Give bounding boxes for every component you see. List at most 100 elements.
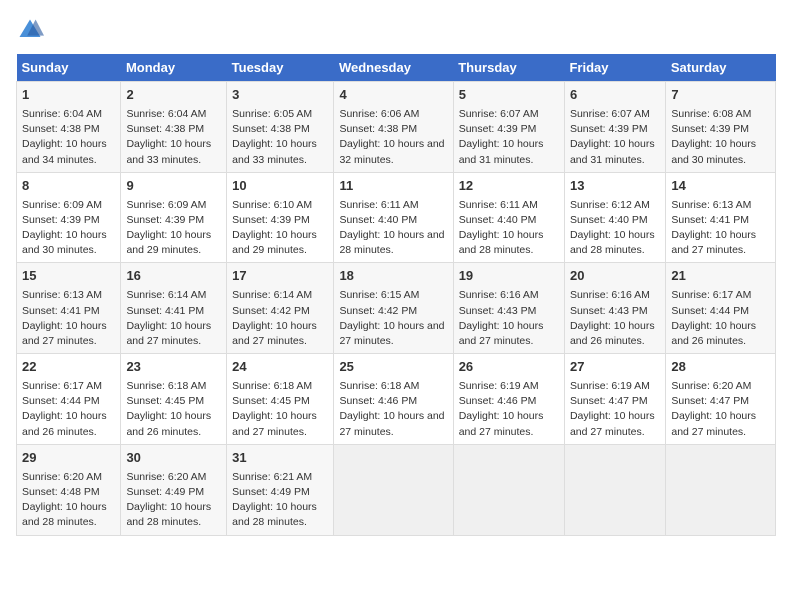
day-info: Sunrise: 6:20 AMSunset: 4:47 PMDaylight:… xyxy=(671,379,770,440)
day-info: Sunrise: 6:05 AMSunset: 4:38 PMDaylight:… xyxy=(232,107,328,168)
day-info: Sunrise: 6:20 AMSunset: 4:49 PMDaylight:… xyxy=(126,470,221,531)
logo xyxy=(16,16,48,44)
day-number: 7 xyxy=(671,86,770,105)
calendar-week-row: 15 Sunrise: 6:13 AMSunset: 4:41 PMDayligh… xyxy=(17,263,776,354)
calendar-cell: 9Sunrise: 6:09 AMSunset: 4:39 PMDaylight… xyxy=(121,172,227,263)
day-number: 28 xyxy=(671,358,770,377)
calendar-cell: 15 Sunrise: 6:13 AMSunset: 4:41 PMDayligh… xyxy=(17,263,121,354)
calendar-cell: 19Sunrise: 6:16 AMSunset: 4:43 PMDayligh… xyxy=(453,263,564,354)
calendar-cell: 31 Sunrise: 6:21 AMSunset: 4:49 PMDayligh… xyxy=(227,444,334,535)
calendar-cell: 29 Sunrise: 6:20 AMSunset: 4:48 PMDayligh… xyxy=(17,444,121,535)
calendar-cell: 1Sunrise: 6:04 AMSunset: 4:38 PMDaylight… xyxy=(17,82,121,173)
calendar-cell: 17Sunrise: 6:14 AMSunset: 4:42 PMDayligh… xyxy=(227,263,334,354)
day-number: 3 xyxy=(232,86,328,105)
day-number: 12 xyxy=(459,177,559,196)
calendar-cell: 10Sunrise: 6:10 AMSunset: 4:39 PMDayligh… xyxy=(227,172,334,263)
day-number: 6 xyxy=(570,86,660,105)
calendar-cell: 4 Sunrise: 6:06 AMSunset: 4:38 PMDaylight… xyxy=(334,82,453,173)
day-number: 2 xyxy=(126,86,221,105)
day-number: 18 xyxy=(339,267,447,286)
day-number: 29 xyxy=(22,449,115,468)
calendar-cell: 27 Sunrise: 6:19 AMSunset: 4:47 PMDayligh… xyxy=(564,354,665,445)
calendar-cell xyxy=(564,444,665,535)
calendar-week-row: 22 Sunrise: 6:17 AMSunset: 4:44 PMDayligh… xyxy=(17,354,776,445)
day-info: Sunrise: 6:18 AMSunset: 4:45 PMDaylight:… xyxy=(126,379,221,440)
day-info: Sunrise: 6:14 AMSunset: 4:42 PMDaylight:… xyxy=(232,288,328,349)
calendar-cell: 26 Sunrise: 6:19 AMSunset: 4:46 PMDayligh… xyxy=(453,354,564,445)
column-header-wednesday: Wednesday xyxy=(334,54,453,82)
day-info: Sunrise: 6:09 AMSunset: 4:39 PMDaylight:… xyxy=(22,198,115,259)
day-number: 15 xyxy=(22,267,115,286)
day-number: 22 xyxy=(22,358,115,377)
day-info: Sunrise: 6:16 AMSunset: 4:43 PMDaylight:… xyxy=(459,288,559,349)
calendar-cell xyxy=(666,444,776,535)
day-number: 13 xyxy=(570,177,660,196)
calendar-cell: 3 Sunrise: 6:05 AMSunset: 4:38 PMDaylight… xyxy=(227,82,334,173)
column-header-sunday: Sunday xyxy=(17,54,121,82)
day-number: 30 xyxy=(126,449,221,468)
day-number: 9 xyxy=(126,177,221,196)
calendar-cell: 22 Sunrise: 6:17 AMSunset: 4:44 PMDayligh… xyxy=(17,354,121,445)
calendar-cell: 11 Sunrise: 6:11 AMSunset: 4:40 PMDayligh… xyxy=(334,172,453,263)
day-number: 27 xyxy=(570,358,660,377)
calendar-cell: 28 Sunrise: 6:20 AMSunset: 4:47 PMDayligh… xyxy=(666,354,776,445)
day-info: Sunrise: 6:19 AMSunset: 4:46 PMDaylight:… xyxy=(459,379,559,440)
day-info: Sunrise: 6:14 AMSunset: 4:41 PMDaylight:… xyxy=(126,288,221,349)
calendar-cell: 13 Sunrise: 6:12 AMSunset: 4:40 PMDayligh… xyxy=(564,172,665,263)
day-info: Sunrise: 6:20 AMSunset: 4:48 PMDaylight:… xyxy=(22,470,115,531)
day-info: Sunrise: 6:13 AMSunset: 4:41 PMDaylight:… xyxy=(22,288,115,349)
column-header-monday: Monday xyxy=(121,54,227,82)
day-number: 16 xyxy=(126,267,221,286)
day-info: Sunrise: 6:07 AMSunset: 4:39 PMDaylight:… xyxy=(570,107,660,168)
day-info: Sunrise: 6:11 AMSunset: 4:40 PMDaylight:… xyxy=(339,198,447,259)
calendar-cell: 23 Sunrise: 6:18 AMSunset: 4:45 PMDayligh… xyxy=(121,354,227,445)
day-number: 24 xyxy=(232,358,328,377)
calendar-cell: 25 Sunrise: 6:18 AMSunset: 4:46 PMDayligh… xyxy=(334,354,453,445)
day-info: Sunrise: 6:04 AMSunset: 4:38 PMDaylight:… xyxy=(22,107,115,168)
column-header-saturday: Saturday xyxy=(666,54,776,82)
calendar-cell: 12 Sunrise: 6:11 AMSunset: 4:40 PMDayligh… xyxy=(453,172,564,263)
day-number: 4 xyxy=(339,86,447,105)
column-header-thursday: Thursday xyxy=(453,54,564,82)
calendar-week-row: 8 Sunrise: 6:09 AMSunset: 4:39 PMDaylight… xyxy=(17,172,776,263)
calendar-table: SundayMondayTuesdayWednesdayThursdayFrid… xyxy=(16,54,776,536)
day-number: 5 xyxy=(459,86,559,105)
day-info: Sunrise: 6:18 AMSunset: 4:46 PMDaylight:… xyxy=(339,379,447,440)
column-header-friday: Friday xyxy=(564,54,665,82)
day-number: 23 xyxy=(126,358,221,377)
day-number: 21 xyxy=(671,267,770,286)
day-info: Sunrise: 6:08 AMSunset: 4:39 PMDaylight:… xyxy=(671,107,770,168)
column-header-tuesday: Tuesday xyxy=(227,54,334,82)
day-info: Sunrise: 6:06 AMSunset: 4:38 PMDaylight:… xyxy=(339,107,447,168)
calendar-cell: 14Sunrise: 6:13 AMSunset: 4:41 PMDayligh… xyxy=(666,172,776,263)
calendar-cell: 5 Sunrise: 6:07 AMSunset: 4:39 PMDaylight… xyxy=(453,82,564,173)
day-info: Sunrise: 6:17 AMSunset: 4:44 PMDaylight:… xyxy=(671,288,770,349)
day-number: 20 xyxy=(570,267,660,286)
calendar-cell: 21 Sunrise: 6:17 AMSunset: 4:44 PMDayligh… xyxy=(666,263,776,354)
day-number: 31 xyxy=(232,449,328,468)
day-info: Sunrise: 6:12 AMSunset: 4:40 PMDaylight:… xyxy=(570,198,660,259)
logo-icon xyxy=(16,16,44,44)
calendar-week-row: 1Sunrise: 6:04 AMSunset: 4:38 PMDaylight… xyxy=(17,82,776,173)
calendar-header-row: SundayMondayTuesdayWednesdayThursdayFrid… xyxy=(17,54,776,82)
day-info: Sunrise: 6:21 AMSunset: 4:49 PMDaylight:… xyxy=(232,470,328,531)
day-info: Sunrise: 6:17 AMSunset: 4:44 PMDaylight:… xyxy=(22,379,115,440)
calendar-cell: 16 Sunrise: 6:14 AMSunset: 4:41 PMDayligh… xyxy=(121,263,227,354)
day-info: Sunrise: 6:07 AMSunset: 4:39 PMDaylight:… xyxy=(459,107,559,168)
day-number: 14 xyxy=(671,177,770,196)
day-number: 26 xyxy=(459,358,559,377)
day-info: Sunrise: 6:11 AMSunset: 4:40 PMDaylight:… xyxy=(459,198,559,259)
calendar-cell xyxy=(334,444,453,535)
day-number: 8 xyxy=(22,177,115,196)
day-info: Sunrise: 6:04 AMSunset: 4:38 PMDaylight:… xyxy=(126,107,221,168)
calendar-cell xyxy=(453,444,564,535)
calendar-cell: 8 Sunrise: 6:09 AMSunset: 4:39 PMDaylight… xyxy=(17,172,121,263)
calendar-cell: 7 Sunrise: 6:08 AMSunset: 4:39 PMDaylight… xyxy=(666,82,776,173)
day-number: 25 xyxy=(339,358,447,377)
day-info: Sunrise: 6:19 AMSunset: 4:47 PMDaylight:… xyxy=(570,379,660,440)
page-header xyxy=(16,16,776,44)
calendar-cell: 24 Sunrise: 6:18 AMSunset: 4:45 PMDayligh… xyxy=(227,354,334,445)
day-info: Sunrise: 6:15 AMSunset: 4:42 PMDaylight:… xyxy=(339,288,447,349)
day-info: Sunrise: 6:18 AMSunset: 4:45 PMDaylight:… xyxy=(232,379,328,440)
day-number: 11 xyxy=(339,177,447,196)
